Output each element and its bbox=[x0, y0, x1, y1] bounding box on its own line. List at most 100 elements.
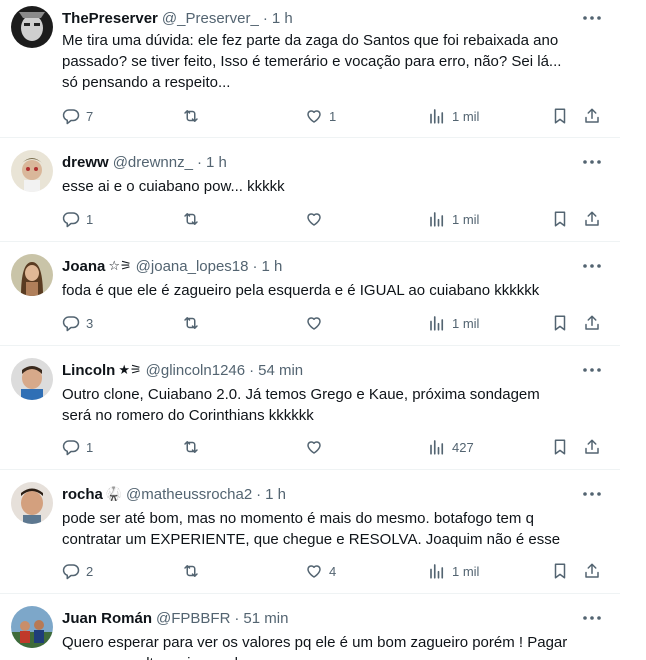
views-button[interactable]: 1 mil bbox=[428, 208, 479, 230]
more-options-button[interactable] bbox=[580, 484, 604, 504]
retweet-button[interactable] bbox=[182, 105, 206, 127]
more-options-button[interactable] bbox=[580, 608, 604, 628]
heart-icon bbox=[307, 565, 321, 578]
tweet-2[interactable]: Joana ☆⚞ @joana_lopes18 · 1 h foda é que… bbox=[0, 242, 620, 346]
user-handle[interactable]: @joana_lopes18 bbox=[136, 258, 249, 275]
retweet-button[interactable] bbox=[182, 312, 206, 334]
like-button[interactable]: 4 bbox=[305, 560, 336, 582]
views-button[interactable]: 1 mil bbox=[428, 312, 479, 334]
views-button[interactable]: 1 mil bbox=[428, 105, 479, 127]
views-icon bbox=[430, 212, 444, 227]
reply-button[interactable]: 2 bbox=[62, 560, 93, 582]
views-button[interactable]: 427 bbox=[428, 436, 474, 458]
retweet-icon bbox=[184, 441, 198, 453]
retweet-icon bbox=[184, 317, 198, 329]
bookmark-button[interactable] bbox=[551, 208, 569, 230]
more-horizontal-icon bbox=[583, 160, 601, 164]
tweet-text: esse ai e o cuiabano pow... kkkkk bbox=[62, 178, 285, 195]
display-name[interactable]: dreww bbox=[62, 154, 109, 171]
timestamp[interactable]: 54 min bbox=[258, 362, 303, 379]
tweet-header: Joana ☆⚞ @joana_lopes18 · 1 h bbox=[62, 256, 282, 276]
like-button[interactable] bbox=[305, 208, 329, 230]
like-button[interactable]: 1 bbox=[305, 105, 336, 127]
reply-button[interactable]: 7 bbox=[62, 105, 93, 127]
more-options-button[interactable] bbox=[580, 360, 604, 380]
tweet-4[interactable]: rocha 🥋 @matheussrocha2 · 1 h pode ser a… bbox=[0, 470, 620, 594]
tweet-header: Juan Román @FPBBFR · 51 min bbox=[62, 608, 288, 628]
bookmark-icon bbox=[554, 563, 566, 579]
display-name[interactable]: Juan Román bbox=[62, 610, 152, 627]
reply-icon bbox=[62, 109, 80, 125]
bookmark-button[interactable] bbox=[551, 105, 569, 127]
bookmark-button[interactable] bbox=[551, 312, 569, 334]
user-badge: ★⚞ bbox=[118, 362, 142, 377]
retweet-button[interactable] bbox=[182, 560, 206, 582]
share-button[interactable] bbox=[583, 208, 601, 230]
tweet-header: dreww @drewnnz_ · 1 h bbox=[62, 152, 227, 172]
more-options-button[interactable] bbox=[580, 256, 604, 276]
retweet-icon bbox=[184, 213, 198, 225]
user-handle[interactable]: @glincoln1246 bbox=[146, 362, 245, 379]
like-button[interactable] bbox=[305, 312, 329, 334]
views-icon bbox=[430, 564, 444, 579]
share-button[interactable] bbox=[583, 105, 601, 127]
tweet-text: foda é que ele é zagueiro pela esquerda … bbox=[62, 282, 540, 299]
tweet-header: Lincoln ★⚞ @glincoln1246 · 54 min bbox=[62, 360, 303, 380]
share-button[interactable] bbox=[583, 560, 601, 582]
tweet-3[interactable]: Lincoln ★⚞ @glincoln1246 · 54 min Outro … bbox=[0, 346, 620, 470]
display-name[interactable]: Joana bbox=[62, 258, 105, 275]
timestamp[interactable]: 51 min bbox=[243, 610, 288, 627]
share-icon bbox=[585, 211, 599, 226]
retweet-button[interactable] bbox=[182, 208, 206, 230]
bookmark-button[interactable] bbox=[551, 560, 569, 582]
tweet-1[interactable]: dreww @drewnnz_ · 1 h esse ai e o cuiaba… bbox=[0, 138, 620, 242]
avatar[interactable] bbox=[11, 6, 53, 48]
share-icon bbox=[585, 563, 599, 578]
reply-button[interactable]: 3 bbox=[62, 312, 93, 334]
share-button[interactable] bbox=[583, 312, 601, 334]
more-options-button[interactable] bbox=[580, 152, 604, 172]
tweet-actions: 3 1 mil bbox=[62, 312, 608, 334]
avatar[interactable] bbox=[11, 254, 53, 296]
separator-dot: · bbox=[252, 257, 258, 275]
avatar[interactable] bbox=[11, 358, 53, 400]
reply-button[interactable]: 1 bbox=[62, 436, 93, 458]
retweet-button[interactable] bbox=[182, 436, 206, 458]
tweet-text: pode ser até bom, mas no momento é mais … bbox=[62, 510, 561, 548]
avatar[interactable] bbox=[11, 150, 53, 192]
heart-icon bbox=[307, 213, 321, 226]
display-name[interactable]: ThePreserver bbox=[62, 10, 158, 27]
user-handle[interactable]: @_Preserver_ bbox=[162, 10, 259, 27]
view-count: 1 mil bbox=[452, 211, 480, 227]
reply-button[interactable]: 1 bbox=[62, 208, 93, 230]
share-button[interactable] bbox=[583, 436, 601, 458]
more-options-button[interactable] bbox=[580, 8, 604, 28]
timestamp[interactable]: 1 h bbox=[265, 486, 286, 503]
more-horizontal-icon bbox=[583, 492, 601, 496]
tweet-actions: 1 427 bbox=[62, 436, 608, 458]
timestamp[interactable]: 1 h bbox=[262, 258, 283, 275]
user-handle[interactable]: @matheussrocha2 bbox=[126, 486, 252, 503]
tweet-0[interactable]: ThePreserver @_Preserver_ · 1 h Me tira … bbox=[0, 0, 620, 138]
views-button[interactable]: 1 mil bbox=[428, 560, 479, 582]
views-icon bbox=[430, 316, 444, 331]
separator-dot: · bbox=[262, 9, 268, 27]
timestamp[interactable]: 1 h bbox=[272, 10, 293, 27]
reply-count: 3 bbox=[86, 315, 94, 331]
timestamp[interactable]: 1 h bbox=[206, 154, 227, 171]
tweet-5[interactable]: Juan Román @FPBBFR · 51 min Quero espera… bbox=[0, 594, 620, 660]
bookmark-button[interactable] bbox=[551, 436, 569, 458]
view-count: 1 mil bbox=[452, 315, 480, 331]
user-handle[interactable]: @drewnnz_ bbox=[113, 154, 193, 171]
reply-icon bbox=[62, 564, 80, 580]
bookmark-icon bbox=[554, 211, 566, 227]
tweet-header: ThePreserver @_Preserver_ · 1 h bbox=[62, 8, 293, 28]
avatar[interactable] bbox=[11, 482, 53, 524]
user-handle[interactable]: @FPBBFR bbox=[156, 610, 230, 627]
like-button[interactable] bbox=[305, 436, 329, 458]
avatar[interactable] bbox=[11, 606, 53, 648]
display-name[interactable]: Lincoln bbox=[62, 362, 115, 379]
display-name[interactable]: rocha bbox=[62, 486, 103, 503]
reply-icon bbox=[62, 316, 80, 332]
tweet-actions: 1 1 mil bbox=[62, 208, 608, 230]
